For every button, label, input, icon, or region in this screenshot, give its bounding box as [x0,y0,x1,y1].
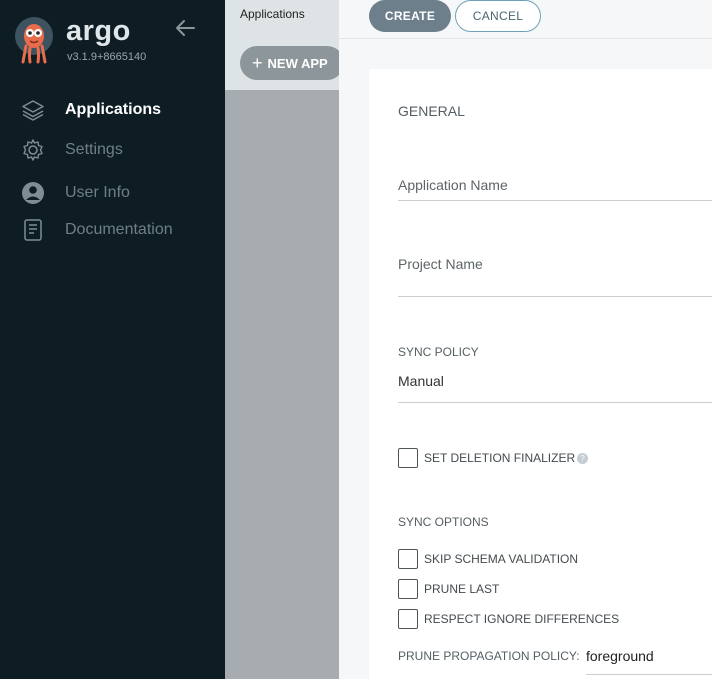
book-icon [24,219,42,241]
version-label: v3.1.9+8665140 [67,51,147,63]
sync-policy-label: SYNC POLICY [398,345,479,359]
prune-propagation-policy-label: PRUNE PROPAGATION POLICY: [398,649,580,663]
respect-ignore-differences-label: RESPECT IGNORE DIFFERENCES [424,612,620,626]
collapse-arrow-icon[interactable] [174,18,196,38]
new-app-button[interactable]: + NEW APP [240,46,344,80]
panel-toolbar: CREATE CANCEL [339,0,712,39]
sidebar-item-label: Documentation [65,221,173,238]
brand-name: argo [66,15,131,47]
respect-ignore-differences-checkbox[interactable] [398,609,418,629]
create-button[interactable]: CREATE [369,0,451,32]
create-application-panel: CREATE CANCEL GENERAL Application Name P… [339,0,712,679]
skip-schema-validation-checkbox[interactable] [398,549,418,569]
sidebar-item-label: Settings [65,141,123,158]
sidebar-item-label: User Info [65,184,130,201]
sidebar-item-applications[interactable]: Applications [0,93,225,127]
prune-propagation-policy-select[interactable]: foreground [586,648,712,675]
sync-policy-select[interactable]: Manual [398,373,712,403]
general-form-card: GENERAL Application Name Project Name SY… [369,69,712,679]
project-name-field[interactable]: Project Name [398,256,712,297]
sidebar: argo v3.1.9+8665140 Applications Setting… [0,0,225,679]
set-deletion-finalizer-checkbox[interactable] [398,448,418,468]
sync-policy-value: Manual [398,373,444,389]
prune-last-checkbox[interactable] [398,579,418,599]
skip-schema-validation-label: SKIP SCHEMA VALIDATION [424,552,579,566]
gear-icon [23,139,43,161]
sidebar-item-label: Applications [65,101,162,118]
help-icon[interactable]: ? [577,453,589,464]
sidebar-item-user-info[interactable]: User Info [0,176,225,210]
set-deletion-finalizer-label: SET DELETION FINALIZER? [424,451,589,465]
application-name-field[interactable]: Application Name [398,177,712,201]
set-deletion-finalizer-text: SET DELETION FINALIZER [424,451,576,465]
sidebar-item-settings[interactable]: Settings [0,133,225,167]
new-app-label: NEW APP [267,55,328,71]
breadcrumb[interactable]: Applications [240,7,305,21]
applications-page-overlay: Applications + NEW APP [225,0,344,679]
plus-icon: + [252,53,263,73]
argo-logo-icon [15,17,53,64]
user-icon [22,182,44,204]
sync-options-label: SYNC OPTIONS [398,515,489,529]
application-name-placeholder: Application Name [398,177,508,193]
project-name-placeholder: Project Name [398,256,483,272]
sidebar-item-documentation[interactable]: Documentation [0,213,225,247]
general-section-title: GENERAL [398,103,465,119]
prune-last-label: PRUNE LAST [424,582,500,596]
layers-icon [22,100,44,121]
cancel-button[interactable]: CANCEL [455,0,541,32]
